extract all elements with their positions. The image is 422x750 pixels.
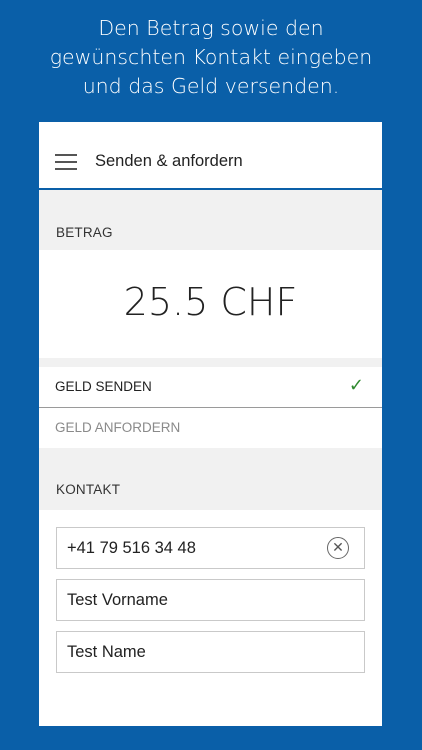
promo-line-3: und das Geld versenden. bbox=[82, 74, 340, 98]
amount-display[interactable]: 25.5 CHF bbox=[39, 250, 382, 358]
option-send-label: GELD SENDEN bbox=[55, 379, 152, 394]
contact-label: KONTAKT bbox=[56, 482, 121, 497]
promo-line-1: Den Betrag sowie den bbox=[98, 16, 324, 40]
lastname-input[interactable] bbox=[67, 632, 317, 672]
hamburger-menu-icon[interactable] bbox=[55, 154, 77, 170]
option-request-money[interactable]: GELD ANFORDERN bbox=[39, 408, 382, 448]
contact-fields: ✕ bbox=[39, 510, 382, 673]
promo-line-2: gewünschten Kontakt eingeben bbox=[49, 45, 373, 69]
firstname-input[interactable] bbox=[67, 580, 317, 620]
phone-field-container: ✕ bbox=[56, 527, 365, 569]
checkmark-icon: ✓ bbox=[348, 375, 364, 395]
lastname-field-container bbox=[56, 631, 365, 673]
firstname-field-container bbox=[56, 579, 365, 621]
option-send-money[interactable]: GELD SENDEN ✓ bbox=[39, 367, 382, 408]
page-title: Senden & anfordern bbox=[95, 152, 243, 170]
app-bar: Senden & anfordern bbox=[39, 122, 382, 190]
amount-value: 25.5 CHF bbox=[123, 280, 298, 324]
phone-input[interactable] bbox=[67, 528, 317, 568]
contact-section-header: KONTAKT bbox=[39, 448, 382, 510]
app-screen: Senden & anfordern BETRAG 25.5 CHF GELD … bbox=[39, 122, 382, 726]
clear-circle-icon[interactable]: ✕ bbox=[327, 537, 349, 559]
amount-label: BETRAG bbox=[56, 225, 113, 240]
promo-caption: Den Betrag sowie den gewünschten Kontakt… bbox=[0, 14, 422, 101]
amount-section-header: BETRAG bbox=[39, 190, 382, 250]
option-request-label: GELD ANFORDERN bbox=[55, 420, 181, 435]
